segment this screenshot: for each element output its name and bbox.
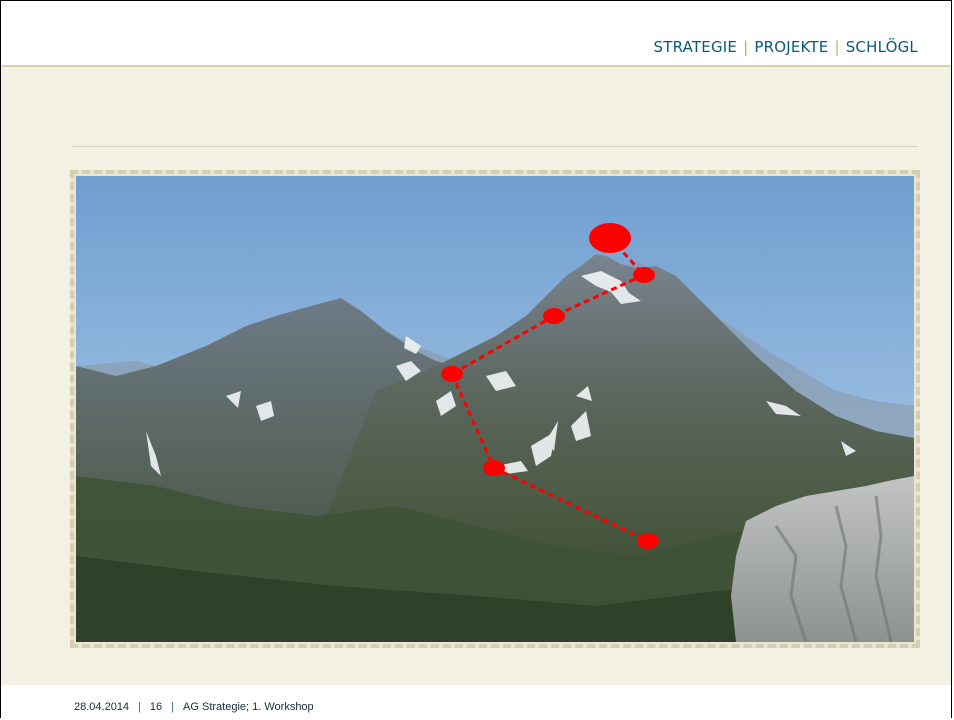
mountain-route-photo — [76, 176, 914, 642]
footer-separator: | — [171, 701, 175, 713]
header-navigation: STRATEGIE | PROJEKTE | SCHLÖGL — [654, 38, 918, 56]
footer-date: 28.04.2014 — [74, 701, 130, 713]
nav-item-projekte: PROJEKTE — [754, 38, 829, 56]
slide-header — [1, 1, 951, 67]
content-divider — [72, 146, 918, 147]
nav-item-strategie: STRATEGIE — [653, 38, 738, 56]
nav-item-schloegl: SCHLÖGL — [845, 38, 918, 56]
waypoint-marker — [543, 308, 565, 324]
waypoint-marker — [633, 267, 655, 283]
mountain-photo-illustration — [76, 176, 914, 642]
footer-page-number: 16 — [149, 701, 163, 713]
waypoint-marker — [441, 366, 463, 382]
start-marker — [637, 533, 659, 549]
footer-info: 28.04.2014 | 16 | AG Strategie; 1. Workshop — [74, 701, 314, 713]
footer-separator: | — [138, 701, 141, 713]
summit-marker — [589, 223, 631, 253]
nav-separator: | — [834, 38, 840, 56]
waypoint-marker — [483, 460, 505, 476]
nav-separator: | — [743, 38, 749, 56]
footer-event: AG Strategie; 1. Workshop — [183, 701, 314, 713]
